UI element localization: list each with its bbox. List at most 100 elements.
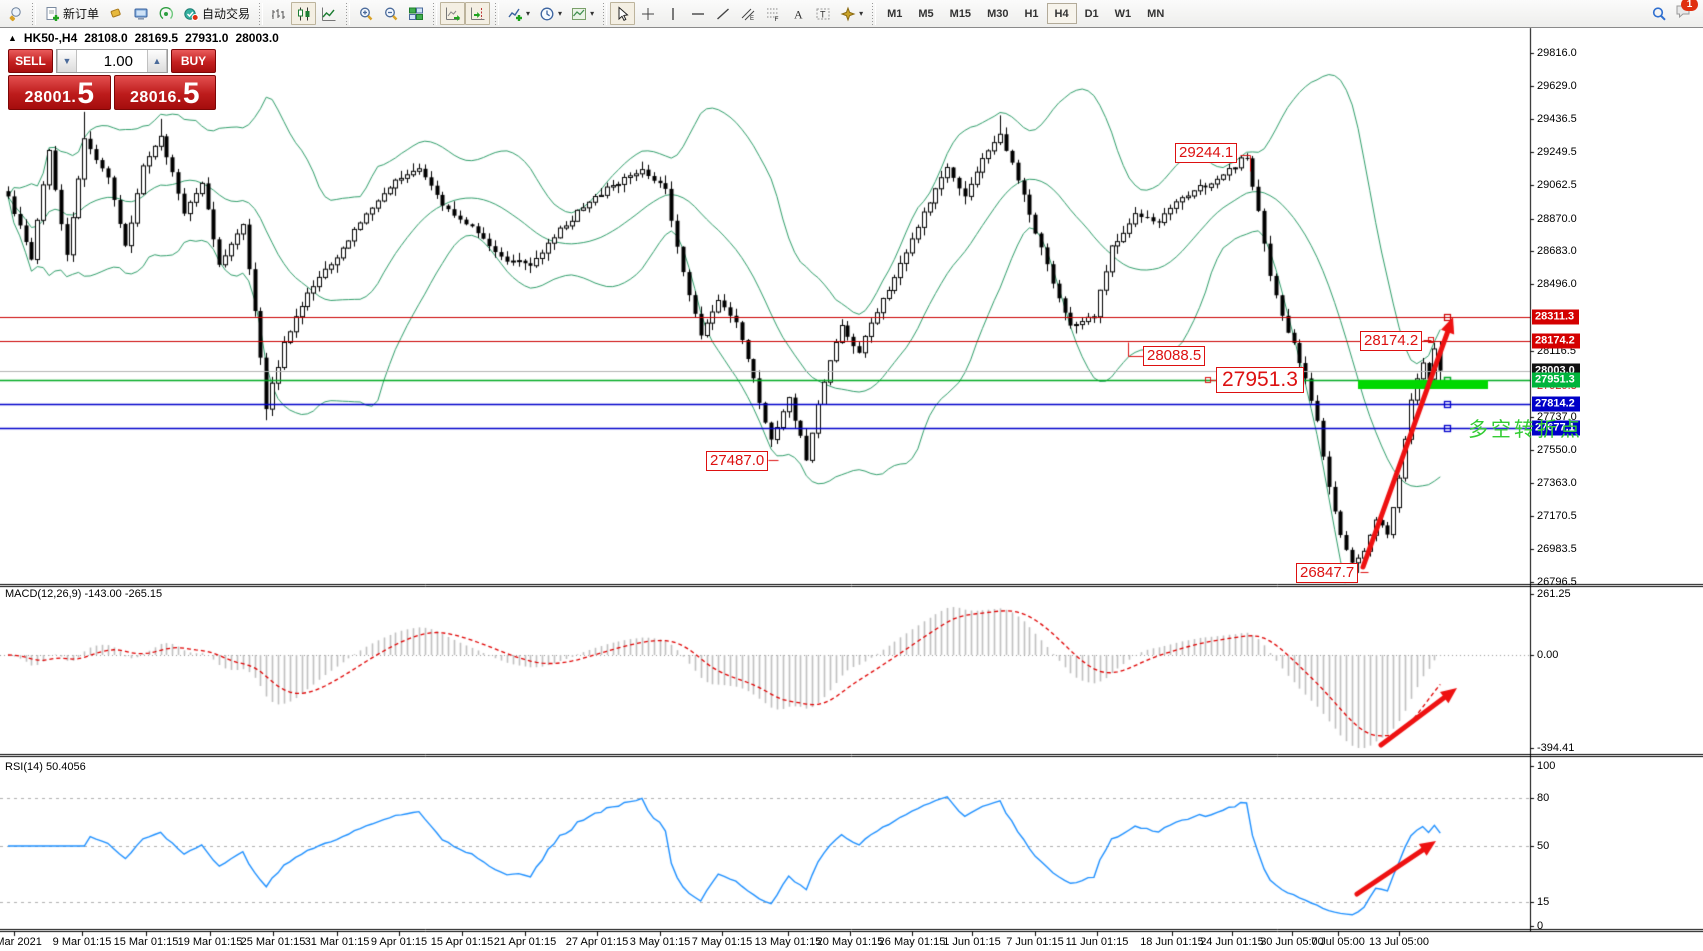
price-axis-label: 28683.0 xyxy=(1537,245,1577,257)
time-axis-label: 3 Mar 2021 xyxy=(0,936,42,948)
tile-icon xyxy=(407,5,424,22)
timeframe-mn[interactable]: MN xyxy=(1139,3,1172,24)
cursor-icon xyxy=(614,5,631,22)
toolbar-separator xyxy=(344,3,350,25)
periods-button[interactable]: ▾ xyxy=(534,2,566,25)
ohlc-high: 28169.5 xyxy=(135,31,178,45)
autoscroll-icon xyxy=(444,5,461,22)
timeframe-m15[interactable]: M15 xyxy=(942,3,979,24)
text-button[interactable]: A xyxy=(785,2,810,25)
eraser-icon xyxy=(107,5,124,22)
toolbar-buttons: 新订单 自动交易 ▾ ▾ ▾ EFAT ▾ xyxy=(2,0,879,27)
buy-button[interactable]: BUY xyxy=(171,49,216,73)
price-axis-label: 27170.5 xyxy=(1537,510,1577,522)
time-axis-label: 7 Jul 05:00 xyxy=(1311,936,1365,948)
chart-price-annotation[interactable]: 26847.7 xyxy=(1296,563,1358,583)
buy-price[interactable]: 28016. 5 xyxy=(114,75,217,110)
toolbar-separator xyxy=(601,3,607,25)
time-axis-label: 3 May 01:15 xyxy=(630,936,691,948)
candle-chart-button[interactable] xyxy=(291,2,316,25)
price-axis-label: 29062.5 xyxy=(1537,179,1577,191)
price-tag: 28311.3 xyxy=(1532,309,1579,324)
timeframe-d1[interactable]: D1 xyxy=(1077,3,1107,24)
time-axis-label: 7 Jun 01:15 xyxy=(1006,936,1064,948)
chart-price-annotation[interactable]: 29244.1 xyxy=(1175,143,1237,163)
indicators-button[interactable]: ▾ xyxy=(502,2,534,25)
rsi-axis-label: 80 xyxy=(1537,792,1549,804)
price-axis-label: 26983.5 xyxy=(1537,543,1577,555)
line-chart-button[interactable] xyxy=(316,2,341,25)
zoom-out-button[interactable] xyxy=(378,2,403,25)
dropdown-caret-icon: ▾ xyxy=(590,9,594,18)
notifications-icon[interactable]: 1 xyxy=(1675,3,1691,24)
timeframe-m30[interactable]: M30 xyxy=(979,3,1016,24)
chart-price-annotation[interactable]: 28088.5 xyxy=(1143,346,1205,366)
timeframe-m5[interactable]: M5 xyxy=(910,3,941,24)
toolbar-separator xyxy=(431,3,437,25)
trendline-icon xyxy=(714,5,731,22)
sell-price[interactable]: 28001. 5 xyxy=(8,75,111,110)
chart-price-annotation[interactable]: 27951.3 xyxy=(1216,367,1304,393)
bars-icon xyxy=(270,5,287,22)
fibonacci-button[interactable]: F xyxy=(760,2,785,25)
volume-input[interactable] xyxy=(77,50,147,72)
time-axis-label: 31 Mar 01:15 xyxy=(305,936,370,948)
dropdown-caret-icon: ▾ xyxy=(558,9,562,18)
arrows-button[interactable]: ▾ xyxy=(835,2,867,25)
toolbar-separator xyxy=(870,3,876,25)
price-chart-canvas[interactable] xyxy=(0,0,1703,951)
timeframe-w1[interactable]: W1 xyxy=(1107,3,1140,24)
trendline-button[interactable] xyxy=(710,2,735,25)
zoomout-icon xyxy=(382,5,399,22)
vline-icon xyxy=(664,5,681,22)
equidistant-channel-button[interactable]: E xyxy=(735,2,760,25)
chinese-note-text[interactable]: 多空转折点 xyxy=(1468,413,1583,442)
dropdown-caret-icon: ▾ xyxy=(859,9,863,18)
text-label-button[interactable]: T xyxy=(810,2,835,25)
new-order-button[interactable]: 新订单 xyxy=(39,2,103,25)
timeframe-h1[interactable]: H1 xyxy=(1016,3,1046,24)
templates-button[interactable]: ▾ xyxy=(566,2,598,25)
timeframe-h4[interactable]: H4 xyxy=(1047,3,1077,24)
price-axis-label: 27550.0 xyxy=(1537,444,1577,456)
chart-price-annotation[interactable]: 27487.0 xyxy=(706,451,768,471)
volume-down-button[interactable]: ▼ xyxy=(57,50,77,72)
svg-text:E: E xyxy=(750,16,754,22)
horizontal-line-button[interactable] xyxy=(685,2,710,25)
toolbar-separator xyxy=(493,3,499,25)
cursor-button[interactable] xyxy=(610,2,635,25)
zoom-in-button[interactable] xyxy=(353,2,378,25)
chart-shift-button[interactable] xyxy=(465,2,490,25)
dropdown-caret-icon: ▾ xyxy=(526,9,530,18)
price-axis-label: 28496.0 xyxy=(1537,278,1577,290)
search-icon[interactable] xyxy=(1650,5,1667,22)
tile-windows-button[interactable] xyxy=(403,2,428,25)
rsi-axis-label: 50 xyxy=(1537,840,1549,852)
crosshair-button[interactable] xyxy=(635,2,660,25)
arrows-icon xyxy=(839,5,856,22)
sell-button[interactable]: SELL xyxy=(8,49,53,73)
signals-icon[interactable] xyxy=(153,2,178,25)
bar-chart-button[interactable] xyxy=(266,2,291,25)
new-chart-button[interactable] xyxy=(2,2,27,25)
ohlc-close: 28003.0 xyxy=(235,31,278,45)
auto-scroll-button[interactable] xyxy=(440,2,465,25)
auto-trading-button[interactable]: 自动交易 xyxy=(178,2,254,25)
candles-icon xyxy=(295,5,312,22)
chart-price-annotation[interactable]: 28174.2 xyxy=(1360,331,1422,351)
template-icon xyxy=(570,5,587,22)
terminal-icon[interactable] xyxy=(128,2,153,25)
timeframe-m1[interactable]: M1 xyxy=(879,3,910,24)
time-axis-label: 20 May 01:15 xyxy=(817,936,884,948)
vertical-line-button[interactable] xyxy=(660,2,685,25)
time-axis-label: 18 Jun 01:15 xyxy=(1140,936,1204,948)
auto-trading-button-label: 自动交易 xyxy=(202,5,250,22)
time-axis-label: 13 May 01:15 xyxy=(755,936,822,948)
rsi-axis-label: 100 xyxy=(1537,760,1555,772)
time-axis-label: 24 Jun 01:15 xyxy=(1200,936,1264,948)
rsi-axis-label: 15 xyxy=(1537,896,1549,908)
eraser-icon[interactable] xyxy=(103,2,128,25)
sell-price-big-digit: 5 xyxy=(77,81,94,107)
chart-info-bar: ▲ HK50-,H4 28108.0 28169.5 27931.0 28003… xyxy=(8,31,279,45)
volume-up-button[interactable]: ▲ xyxy=(147,50,167,72)
